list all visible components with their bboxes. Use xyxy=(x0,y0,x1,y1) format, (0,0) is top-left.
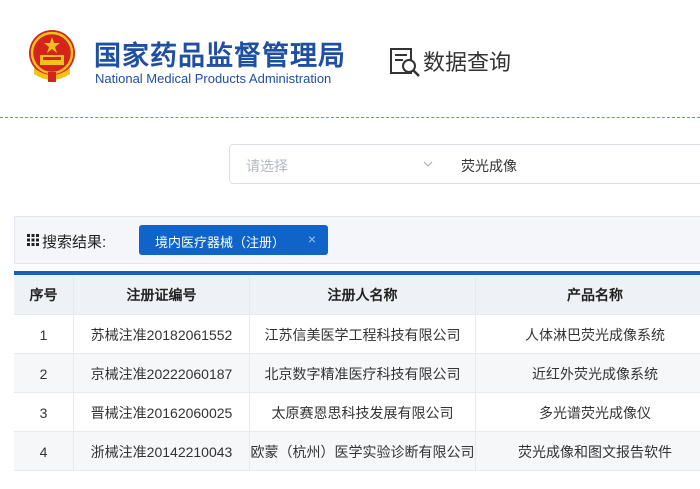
select-placeholder: 请选择 xyxy=(246,158,288,174)
data-query-title[interactable]: 数据查询 xyxy=(423,45,511,77)
cell-product: 荧光成像和图文报告软件 xyxy=(518,443,672,460)
column-header-registrant: 注册人名称 xyxy=(250,275,476,315)
cell-reg-no[interactable]: 苏械注准20182061552 xyxy=(74,315,250,354)
results-label: 搜索结果: xyxy=(42,234,107,251)
chevron-down-icon xyxy=(423,161,433,167)
cell-product: 人体淋巴荧光成像系统 xyxy=(525,326,665,343)
table-row[interactable]: 2 京械注准20222060187 北京数字精准医疗科技有限公司 近红外荧光成像… xyxy=(14,354,700,393)
national-emblem-icon xyxy=(29,30,75,82)
site-header: 国家药品监督管理局 National Medical Products Admi… xyxy=(0,0,700,118)
cell-index: 1 xyxy=(14,315,74,354)
cell-index: 3 xyxy=(14,393,74,432)
grid-icon xyxy=(27,234,39,246)
results-bar: 搜索结果: 境内医疗器械（注册） × xyxy=(14,216,700,264)
cell-registrant: 太原赛恩思科技发展有限公司 xyxy=(250,393,476,432)
cell-registrant: 北京数字精准医疗科技有限公司 xyxy=(250,354,476,393)
filter-tag-label: 境内医疗器械（注册） xyxy=(155,235,286,250)
cell-reg-no[interactable]: 浙械注准20142210043 xyxy=(74,432,250,471)
search-input-value: 荧光成像 xyxy=(461,158,517,174)
table-header-row: 序号 注册证编号 注册人名称 产品名称 xyxy=(14,275,700,315)
search-input[interactable]: 荧光成像 xyxy=(445,144,700,184)
cell-index: 2 xyxy=(14,354,74,393)
filter-tag[interactable]: 境内医疗器械（注册） × xyxy=(139,225,328,255)
column-header-reg-no: 注册证编号 xyxy=(74,275,250,315)
cell-registrant: 江苏信美医学工程科技有限公司 xyxy=(250,315,476,354)
org-name-cn: 国家药品监督管理局 xyxy=(94,41,346,71)
header-divider xyxy=(0,117,700,118)
row-divider xyxy=(14,470,700,471)
cell-product: 多光谱荧光成像仪 xyxy=(539,404,651,421)
column-header-product: 产品名称 xyxy=(567,287,623,303)
document-search-icon xyxy=(390,48,420,77)
org-name-en: National Medical Products Administration xyxy=(95,71,332,86)
table-row[interactable]: 1 苏械注准20182061552 江苏信美医学工程科技有限公司 人体淋巴荧光成… xyxy=(14,315,700,354)
close-icon[interactable]: × xyxy=(308,231,316,247)
cell-product: 近红外荧光成像系统 xyxy=(532,365,658,382)
cell-index: 4 xyxy=(14,432,74,471)
cell-registrant: 欧蒙（杭州）医学实验诊断有限公司 xyxy=(250,432,476,471)
category-select[interactable]: 请选择 xyxy=(229,144,446,184)
cell-reg-no[interactable]: 晋械注准20162060025 xyxy=(74,393,250,432)
column-header-index: 序号 xyxy=(14,275,74,315)
table-row[interactable]: 4 浙械注准20142210043 欧蒙（杭州）医学实验诊断有限公司 荧光成像和… xyxy=(14,432,700,471)
cell-reg-no[interactable]: 京械注准20222060187 xyxy=(74,354,250,393)
results-table: 序号 注册证编号 注册人名称 产品名称 1 苏械注准20182061552 江苏… xyxy=(14,275,700,471)
table-row[interactable]: 3 晋械注准20162060025 太原赛恩思科技发展有限公司 多光谱荧光成像仪 xyxy=(14,393,700,432)
